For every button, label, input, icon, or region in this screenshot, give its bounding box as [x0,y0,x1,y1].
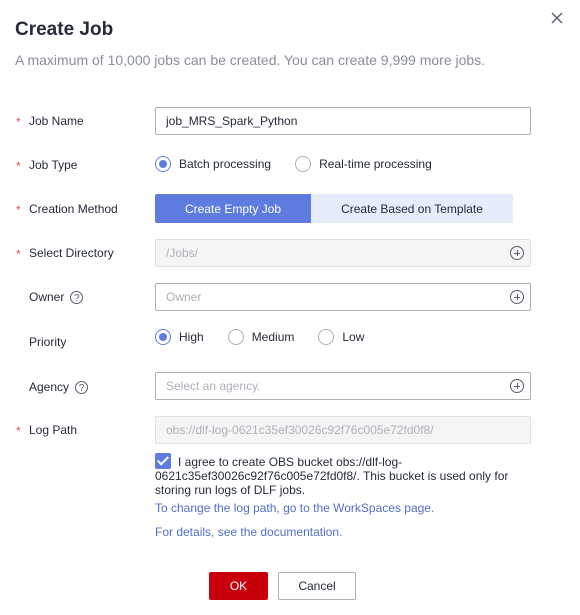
agreement-checkbox[interactable] [155,453,171,469]
cancel-button[interactable]: Cancel [278,572,356,600]
radio-unselected-icon [227,329,244,345]
add-directory-icon[interactable] [510,246,524,260]
agreement-text: I agree to create OBS bucket obs://dlf-l… [155,455,509,497]
create-empty-job-button[interactable]: Create Empty Job [155,194,311,223]
add-agency-icon[interactable] [510,379,524,393]
priority-radio-group: High Medium Low [155,329,388,345]
agency-label: Agency ? [29,380,89,394]
creation-method-label: Creation Method [29,202,118,216]
create-based-on-template-button[interactable]: Create Based on Template [311,194,513,223]
help-icon[interactable]: ? [75,380,89,394]
create-job-dialog: Create Job A maximum of 10,000 jobs can … [0,0,580,615]
dialog-title: Create Job [15,19,114,40]
radio-batch-processing[interactable]: Batch processing [155,156,271,172]
log-path-label: Log Path [29,423,78,437]
agency-select[interactable]: Select an agency. [155,372,531,400]
radio-selected-icon [155,156,171,172]
ok-button[interactable]: OK [209,572,268,600]
directory-value: /Jobs/ [166,246,199,260]
radio-unselected-icon [318,329,335,345]
radio-real-time-processing[interactable]: Real-time processing [295,156,432,172]
agency-placeholder: Select an agency. [166,379,261,393]
owner-field[interactable]: Owner [155,283,531,311]
radio-unselected-icon [295,156,312,172]
job-name-input[interactable]: job_MRS_Spark_Python [155,107,531,135]
log-path-value: obs://dlf-log-0621c35ef30026c92f76c005e7… [166,423,434,437]
job-type-radio-group: Batch processing Real-time processing [155,156,456,172]
owner-placeholder: Owner [166,290,202,304]
required-mark: * [16,115,21,129]
dialog-subtitle: A maximum of 10,000 jobs can be created.… [15,52,486,68]
required-mark: * [16,159,21,173]
documentation-link[interactable]: For details, see the documentation. [155,525,342,539]
required-mark: * [16,203,21,217]
add-owner-icon[interactable] [510,290,524,304]
required-mark: * [16,424,21,438]
job-type-label: Job Type [29,158,78,172]
radio-priority-high[interactable]: High [155,329,204,345]
creation-method-toggle: Create Empty Job Create Based on Templat… [155,194,513,223]
radio-selected-icon [155,329,171,345]
required-mark: * [16,247,21,261]
close-icon[interactable] [549,10,565,26]
select-directory-field[interactable]: /Jobs/ [155,239,531,267]
help-icon[interactable]: ? [70,290,84,304]
radio-priority-medium[interactable]: Medium [227,329,294,345]
job-name-label: Job Name [29,114,84,128]
owner-label: Owner ? [29,290,84,304]
change-log-path-link[interactable]: To change the log path, go to the WorkSp… [155,501,434,515]
job-name-value: job_MRS_Spark_Python [166,114,298,128]
log-path-field[interactable]: obs://dlf-log-0621c35ef30026c92f76c005e7… [155,416,531,444]
radio-priority-low[interactable]: Low [318,329,364,345]
select-directory-label: Select Directory [29,246,114,260]
priority-label: Priority [29,335,67,349]
